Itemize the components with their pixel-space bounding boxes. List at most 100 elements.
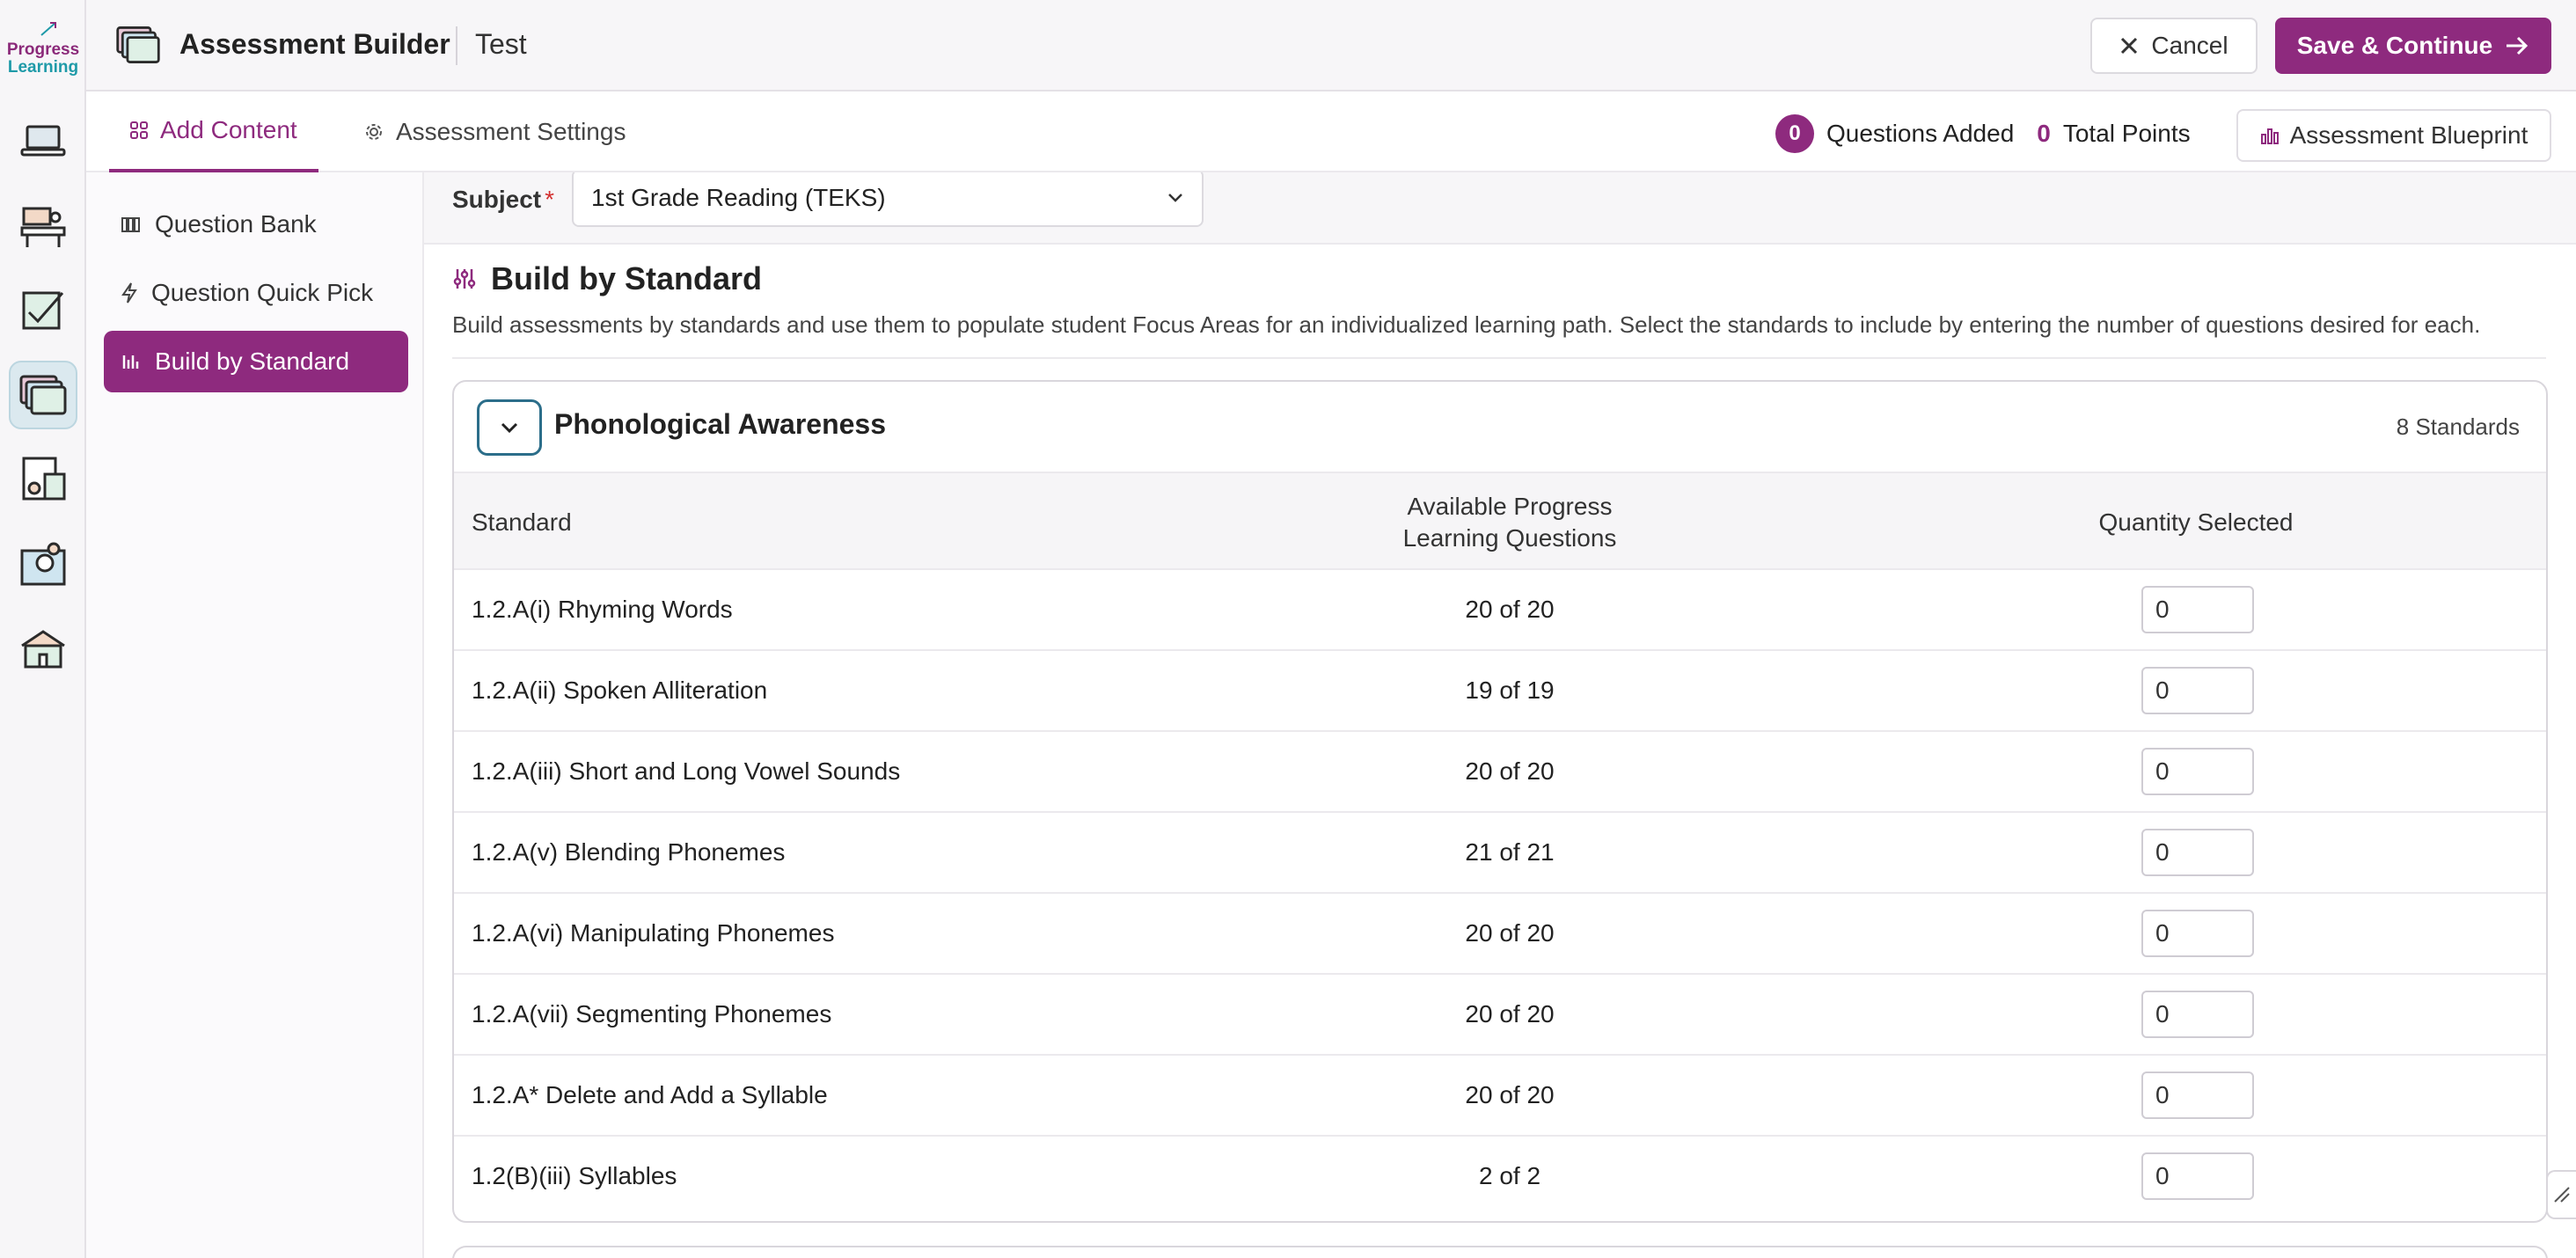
subject-label: Subject (452, 186, 542, 213)
header-divider (456, 26, 457, 65)
tab-add-content[interactable]: Add Content (109, 91, 318, 172)
report-chart-icon (22, 457, 66, 501)
table-row: 1.2.A(iii) Short and Long Vowel Sounds 2… (454, 732, 2546, 813)
grid-icon (130, 121, 148, 139)
column-header-quantity: Quantity Selected (2098, 508, 2294, 536)
main-content: Subject * 1st Grade Reading (TEKS) Build… (424, 172, 2576, 1258)
total-points-value: 0 (2037, 120, 2051, 147)
total-points-label: Total Points (2062, 120, 2191, 147)
resize-handle-icon (2554, 1187, 2570, 1203)
quantity-input[interactable]: 0 (2141, 1152, 2254, 1200)
assessment-blueprint-button[interactable]: Assessment Blueprint (2236, 109, 2551, 162)
page-title: Assessment Builder (179, 28, 450, 60)
teacher-desk-icon (20, 207, 66, 247)
logo-text-line1: Progress (6, 40, 80, 59)
subnav-label: Question Bank (155, 210, 317, 238)
table-row: 1.2.A(ii) Spoken Alliteration 19 of 19 0 (454, 651, 2546, 732)
assessment-stack-icon (116, 26, 160, 63)
rail-classroom-button[interactable] (9, 192, 77, 260)
tab-assessment-settings[interactable]: Assessment Settings (364, 91, 626, 172)
table-row: 1.2(B)(iii) Syllables 2 of 2 0 (454, 1137, 2546, 1218)
table-row: 1.2.A(v) Blending Phonemes 21 of 21 0 (454, 813, 2546, 894)
column-header-standard: Standard (472, 508, 572, 536)
rail-reports-button[interactable] (9, 445, 77, 514)
book-gear-icon (20, 542, 66, 586)
quantity-input[interactable]: 0 (2141, 991, 2254, 1038)
subnav-label: Build by Standard (155, 347, 350, 375)
tab-label: Assessment Settings (396, 118, 626, 145)
quantity-input[interactable]: 0 (2141, 1071, 2254, 1119)
rail-school-button[interactable] (9, 614, 77, 683)
gear-icon (366, 124, 382, 140)
subnav-question-quick-pick[interactable]: Question Quick Pick (104, 262, 408, 324)
column-header-available-line2: Learning Questions (1402, 524, 1617, 552)
subnav-label: Question Quick Pick (151, 279, 374, 306)
table-row: 1.2.A(i) Rhyming Words 20 of 20 0 (454, 570, 2546, 651)
logo-spark-icon (40, 22, 56, 36)
questions-added-badge: 0 (1775, 114, 1814, 153)
required-mark: * (545, 186, 555, 213)
subject-dropdown[interactable]: 1st Grade Reading (TEKS) (572, 172, 1204, 227)
quantity-input[interactable]: 0 (2141, 586, 2254, 633)
standard-name: 1.2.A(v) Blending Phonemes (472, 838, 786, 866)
subject-row: Subject * (452, 172, 554, 227)
available-questions: 20 of 20 (1465, 757, 1555, 785)
chevron-down-icon (501, 422, 518, 434)
group-header: Phonological Awareness 8 Standards (454, 382, 2546, 473)
save-button-label: Save & Continue (2296, 32, 2493, 59)
content-tabs-bar: Add Content Assessment Settings 0 Questi… (86, 91, 2576, 172)
subject-value: 1st Grade Reading (TEKS) (591, 184, 886, 211)
cancel-button[interactable]: Cancel (2090, 18, 2258, 74)
school-icon (21, 630, 65, 669)
standard-name: 1.2.A(vi) Manipulating Phonemes (472, 919, 835, 947)
standard-name: 1.2(B)(iii) Syllables (472, 1162, 677, 1189)
table-row: 1.2.A(vi) Manipulating Phonemes 20 of 20… (454, 894, 2546, 975)
bar-chart-icon (2260, 128, 2279, 144)
group-title: Phonological Awareness (554, 408, 886, 440)
next-group-panel-edge (452, 1246, 2548, 1258)
available-questions: 2 of 2 (1478, 1162, 1541, 1189)
assessment-name: Test (475, 28, 527, 60)
section-title: Build by Standard (491, 260, 763, 296)
rail-grading-button[interactable] (9, 276, 77, 345)
section-divider (452, 357, 2546, 359)
available-questions: 20 of 20 (1465, 919, 1555, 947)
bars-icon (122, 355, 139, 369)
app-rail: Progress Learning (0, 0, 86, 1258)
standard-name: 1.2.A(iii) Short and Long Vowel Sounds (472, 757, 901, 785)
subnav-build-by-standard[interactable]: Build by Standard (104, 331, 408, 392)
rail-resources-button[interactable] (9, 530, 77, 598)
progress-learning-logo[interactable]: Progress Learning (5, 16, 81, 77)
column-header-available-line1: Available Progress (1407, 493, 1613, 520)
quantity-input[interactable]: 0 (2141, 829, 2254, 876)
quantity-input[interactable]: 0 (2141, 667, 2254, 714)
books-icon (121, 217, 140, 232)
subnav-question-bank[interactable]: Question Bank (104, 194, 408, 255)
column-header-available: Available Progress Learning Questions (1334, 491, 1686, 554)
standard-name: 1.2.A(vii) Segmenting Phonemes (472, 1000, 832, 1028)
graded-paper-icon (22, 291, 64, 330)
quantity-input[interactable]: 0 (2141, 910, 2254, 957)
rail-laptop-button[interactable] (9, 107, 77, 176)
tab-label: Add Content (160, 116, 297, 143)
standard-name: 1.2.A* Delete and Add a Syllable (472, 1081, 828, 1108)
available-questions: 20 of 20 (1465, 1081, 1555, 1108)
rail-assessment-button[interactable] (9, 361, 77, 429)
available-questions: 21 of 21 (1465, 838, 1555, 866)
logo-text-line2: Learning (7, 58, 79, 77)
table-row: 1.2.A(vii) Segmenting Phonemes 20 of 20 … (454, 975, 2546, 1056)
chevron-down-icon (1168, 194, 1182, 202)
group-standards-count: 8 Standards (2396, 413, 2520, 440)
save-continue-button[interactable]: Save & Continue (2275, 18, 2551, 74)
lightning-icon (121, 282, 137, 304)
quantity-input[interactable]: 0 (2141, 748, 2254, 795)
table-row: 1.2.A* Delete and Add a Syllable 20 of 2… (454, 1056, 2546, 1137)
content-source-nav: Question Bank Question Quick Pick Build … (86, 172, 424, 1258)
sliders-icon (453, 269, 476, 289)
section-heading: Build by Standard (452, 260, 762, 297)
floating-toggle-button[interactable] (2546, 1170, 2576, 1219)
collapse-group-button[interactable] (477, 399, 542, 456)
available-questions: 19 of 19 (1465, 677, 1555, 704)
arrow-right-icon (2506, 36, 2528, 55)
available-questions: 20 of 20 (1465, 1000, 1555, 1028)
